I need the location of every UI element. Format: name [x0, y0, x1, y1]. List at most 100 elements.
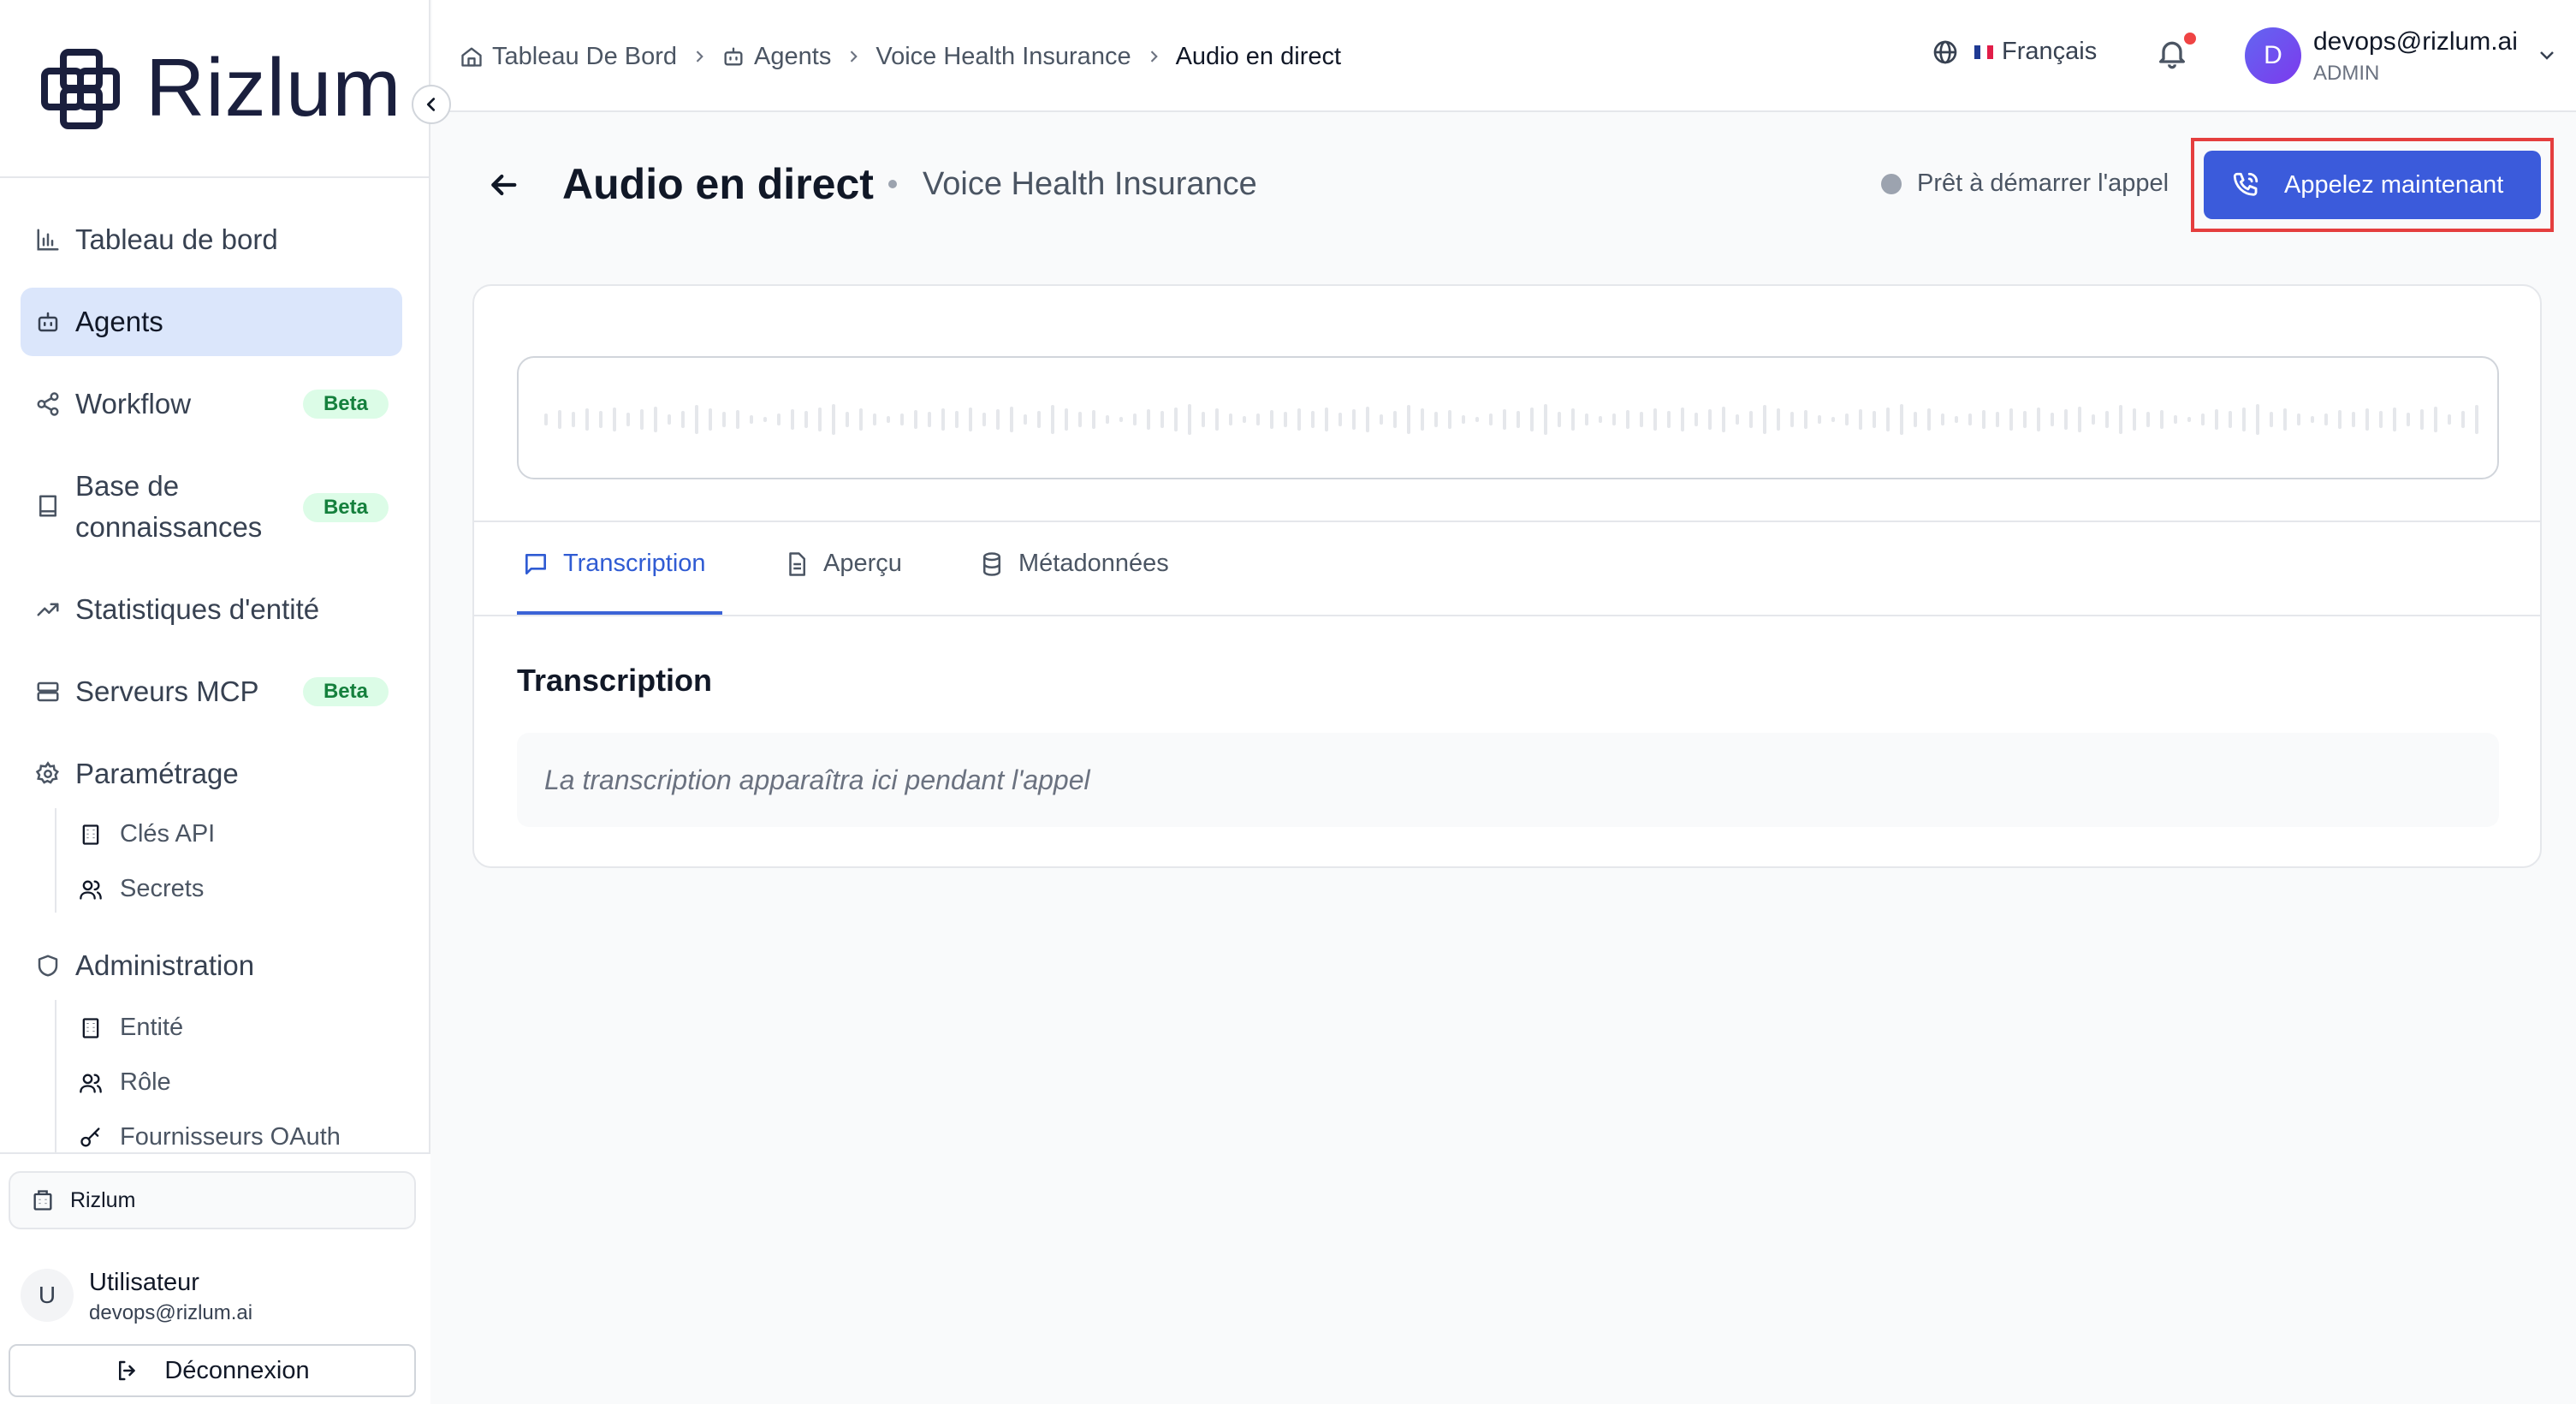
waveform-bar [1256, 413, 1260, 425]
breadcrumb-agents[interactable]: Agents [721, 43, 831, 71]
waveform-bar [1270, 410, 1273, 429]
sidebar-item-mcp-servers[interactable]: Serveurs MCP Beta [21, 671, 402, 712]
waveform-bar [1489, 413, 1493, 425]
waveform-bar [1886, 408, 1890, 431]
waveform-bar [1777, 408, 1780, 431]
chevron-right-icon [691, 48, 708, 65]
waveform-bar [859, 408, 863, 431]
call-now-button[interactable]: Appelez maintenant [2204, 151, 2541, 219]
sidebar-subitem-role[interactable]: Rôle [79, 1068, 171, 1097]
waveform-bar [804, 411, 808, 428]
breadcrumb-label: Tableau De Bord [492, 42, 678, 70]
sidebar-item-dashboard[interactable]: Tableau de bord [21, 219, 402, 260]
breadcrumb-label: Agents [754, 42, 832, 70]
waveform-bar [2283, 408, 2287, 431]
waveform-bar [873, 413, 876, 425]
language-selector[interactable]: Français [1932, 38, 2097, 66]
organization-selector[interactable]: Rizlum [9, 1171, 416, 1229]
sidebar-subitem-secrets[interactable]: Secrets [79, 875, 204, 903]
waveform-bar [1845, 413, 1849, 425]
call-now-label: Appelez maintenant [2284, 170, 2504, 199]
sidebar-subitem-label: Fournisseurs OAuth [120, 1123, 341, 1151]
waveform-bar [1900, 404, 1903, 435]
waveform-bar [1599, 416, 1602, 423]
page-subtitle: Voice Health Insurance [923, 166, 1257, 202]
waveform-bar [681, 411, 685, 428]
chevron-down-icon[interactable] [2537, 45, 2557, 65]
language-label: Français [2002, 38, 2098, 65]
waveform-bar [1653, 408, 1657, 431]
logo-area: Rizlum [0, 0, 429, 178]
key-icon [79, 1126, 103, 1150]
sidebar-subitem-api-keys[interactable]: Clés API [79, 820, 215, 848]
breadcrumb-dashboard[interactable]: Tableau De Bord [460, 43, 677, 71]
back-arrow-icon[interactable] [486, 168, 520, 202]
sidebar-item-knowledge-base[interactable]: Base de connaissances Beta [21, 466, 402, 548]
account-email[interactable]: devops@rizlum.ai [2313, 27, 2518, 57]
waveform-bar [832, 404, 835, 435]
waveform-bar [2420, 409, 2424, 430]
waveform-bar [1078, 412, 1082, 427]
waveform-bar [2311, 416, 2314, 423]
waveform-bar [1215, 408, 1219, 431]
waveform-bar [1695, 413, 1698, 426]
sidebar-item-settings[interactable]: Paramétrage [21, 753, 402, 794]
divider [474, 615, 2540, 616]
waveform-bar [1393, 411, 1397, 428]
waveform-bar [1859, 409, 1862, 430]
waveform-bar [2256, 404, 2259, 435]
waveform-bar [2160, 410, 2163, 429]
tab-overview[interactable]: Aperçu [784, 550, 902, 578]
waveform-bar [1736, 414, 1739, 425]
waveform-bar [2146, 412, 2150, 427]
share-nodes-icon [35, 391, 61, 417]
waveform-bar [1188, 404, 1191, 435]
sidebar-subitem-oauth-providers[interactable]: Fournisseurs OAuth [79, 1123, 341, 1151]
breadcrumb-agent[interactable]: Voice Health Insurance [875, 43, 1131, 71]
waveform-bar [2352, 412, 2355, 427]
waveform-bar [613, 408, 616, 431]
waveform-bar [2434, 407, 2437, 432]
sidebar-item-label: Workflow [75, 388, 192, 419]
status-text: Prêt à démarrer l'appel [1917, 170, 2169, 197]
waveform-bar [1037, 411, 1041, 428]
transcription-placeholder: La transcription apparaîtra ici pendant … [544, 764, 1090, 795]
sidebar-subitem-entity[interactable]: Entité [79, 1014, 183, 1042]
divider [474, 521, 2540, 522]
waveform-bar [1160, 411, 1164, 428]
waveform-bar [2297, 413, 2300, 425]
waveform-bar [1749, 411, 1753, 428]
waveform-bar [1133, 413, 1137, 425]
waveform-bar [777, 413, 781, 425]
waveform-bar [1407, 405, 1410, 434]
account-avatar[interactable]: D [2245, 27, 2301, 84]
waveform-bar [1010, 407, 1013, 432]
waveform-bar [846, 412, 849, 427]
waveform-bar [1968, 413, 1972, 425]
live-audio-card: Transcription Aperçu Métadonnées Transcr… [472, 284, 2542, 868]
sidebar-item-agents[interactable]: Agents [21, 288, 402, 356]
tab-transcription[interactable]: Transcription [522, 550, 706, 578]
waveform-bar [626, 413, 630, 426]
waveform-bar [982, 413, 986, 426]
logout-button[interactable]: Déconnexion [9, 1344, 416, 1397]
waveform-bar [1667, 411, 1671, 428]
waveform-bar [2393, 408, 2396, 431]
waveform-bar [544, 413, 548, 425]
bot-icon [35, 309, 61, 335]
sidebar-item-administration[interactable]: Administration [21, 945, 402, 986]
book-icon [35, 493, 61, 519]
sidebar-item-statistics[interactable]: Statistiques d'entité [21, 589, 402, 630]
waveform-bar [1530, 408, 1534, 431]
chevron-left-icon [426, 98, 436, 111]
waveform-bar [1366, 407, 1369, 432]
waveform-bar [1612, 413, 1616, 425]
tab-metadata[interactable]: Métadonnées [979, 550, 1169, 578]
waveform-bar [1051, 405, 1054, 434]
sidebar-item-workflow[interactable]: Workflow Beta [21, 384, 402, 425]
waveform-bar [2365, 408, 2369, 431]
collapse-sidebar-button[interactable] [412, 85, 451, 124]
sidebar: Rizlum Tableau de bord Agents Workflow B… [0, 0, 451, 1404]
waveform-bar [2187, 417, 2191, 422]
tab-label: Aperçu [823, 550, 902, 577]
